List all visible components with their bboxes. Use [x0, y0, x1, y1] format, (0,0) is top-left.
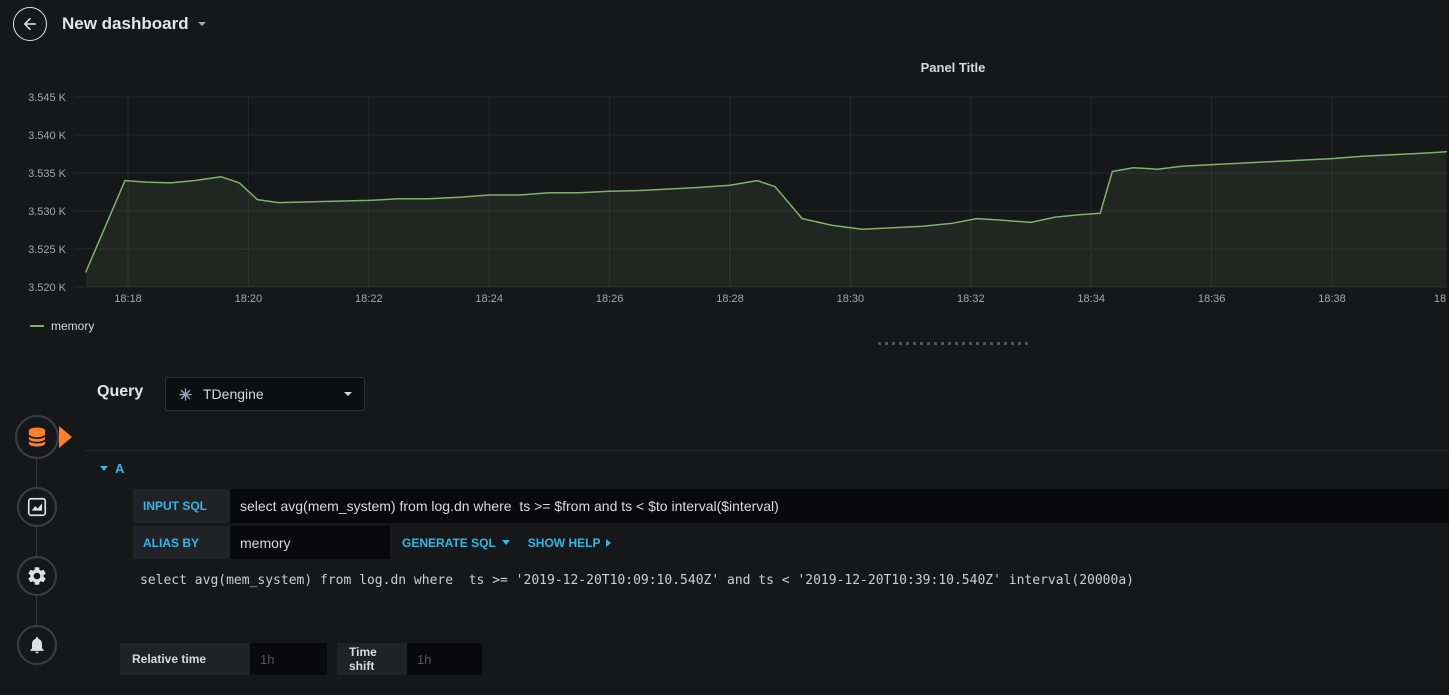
svg-text:18:28: 18:28	[716, 293, 744, 305]
grafana-edit-page: New dashboard Panel Title 3.545 K 3.540 K…	[0, 0, 1449, 695]
relative-time-label: Relative time	[120, 643, 250, 675]
svg-text:18:30: 18:30	[837, 293, 865, 305]
tab-rail-line	[36, 437, 37, 645]
svg-text:3.535 K: 3.535 K	[28, 168, 67, 180]
time-series-chart[interactable]: 3.545 K 3.540 K 3.535 K 3.530 K 3.525 K 3.520…	[10, 85, 1449, 310]
svg-text:18:22: 18:22	[355, 293, 383, 305]
svg-text:18:24: 18:24	[475, 293, 503, 305]
relative-time-input[interactable]	[250, 643, 327, 675]
graph-panel: Panel Title 3.545 K 3.540 K 3.535 K 3.530 K…	[10, 48, 1449, 345]
dashboard-title[interactable]: New dashboard	[62, 14, 206, 34]
active-tab-arrow-icon	[59, 426, 72, 448]
svg-text:18:20: 18:20	[235, 293, 263, 305]
svg-text:3.520 K: 3.520 K	[28, 282, 67, 294]
chevron-down-icon	[344, 392, 352, 396]
bell-icon	[27, 635, 47, 655]
datasource-name: TDengine	[203, 386, 264, 402]
svg-text:18:36: 18:36	[1198, 293, 1226, 305]
tab-queries[interactable]	[15, 415, 59, 459]
tab-general[interactable]	[17, 556, 57, 596]
gear-icon	[26, 565, 48, 587]
query-row-header[interactable]: A	[100, 461, 124, 476]
time-shift-input[interactable]	[407, 643, 482, 675]
legend[interactable]: memory	[30, 319, 94, 333]
legend-color-swatch	[30, 325, 44, 327]
chevron-down-icon	[197, 22, 206, 26]
svg-text:18:34: 18:34	[1077, 293, 1105, 305]
chart-icon	[26, 496, 48, 518]
svg-text:18:38: 18:38	[1318, 293, 1346, 305]
svg-text:18:32: 18:32	[957, 293, 985, 305]
panel-title[interactable]: Panel Title	[921, 60, 986, 75]
datasource-picker[interactable]: TDengine	[165, 377, 365, 411]
input-sql-label: INPUT SQL	[133, 489, 230, 523]
tab-visualization[interactable]	[17, 487, 57, 527]
database-icon	[24, 424, 50, 450]
chevron-right-icon	[606, 538, 612, 547]
svg-text:3.525 K: 3.525 K	[28, 244, 67, 256]
query-section-title: Query	[97, 383, 144, 400]
tab-alert[interactable]	[17, 625, 57, 665]
svg-text:18:26: 18:26	[596, 293, 624, 305]
query-ref-letter: A	[115, 461, 125, 476]
svg-text:18:18: 18:18	[114, 293, 142, 305]
alias-by-field[interactable]	[230, 526, 390, 559]
dashboard-title-text: New dashboard	[62, 14, 189, 33]
input-sql-field[interactable]	[230, 489, 1449, 523]
generate-sql-button[interactable]: GENERATE SQL	[402, 526, 510, 559]
svg-text:18: 18	[1434, 293, 1446, 305]
input-sql-row: INPUT SQL	[133, 489, 1449, 523]
generated-sql-text: select avg(mem_system) from log.dn where…	[140, 573, 1134, 588]
collapse-caret-icon	[100, 466, 108, 471]
svg-text:3.545 K: 3.545 K	[28, 92, 67, 104]
horizontal-scrollbar[interactable]	[878, 342, 1028, 345]
legend-label: memory	[51, 319, 95, 333]
generate-sql-button-label: GENERATE SQL	[402, 535, 496, 550]
svg-text:3.530 K: 3.530 K	[28, 206, 67, 218]
alias-by-label: ALIAS BY	[133, 526, 230, 559]
top-navbar: New dashboard	[0, 0, 1449, 48]
time-options-row: Relative time Time shift	[120, 643, 482, 675]
show-help-button[interactable]: SHOW HELP	[528, 526, 612, 559]
show-help-button-label: SHOW HELP	[527, 535, 601, 550]
alias-by-row: ALIAS BY GENERATE SQL SHOW HELP	[133, 526, 612, 559]
query-row-divider	[85, 450, 1449, 451]
tdengine-logo-icon	[178, 387, 193, 402]
arrow-left-icon	[21, 15, 39, 33]
back-button[interactable]	[13, 7, 47, 41]
chevron-down-icon	[501, 540, 510, 545]
svg-text:3.540 K: 3.540 K	[28, 130, 67, 142]
time-shift-label: Time shift	[337, 643, 407, 675]
